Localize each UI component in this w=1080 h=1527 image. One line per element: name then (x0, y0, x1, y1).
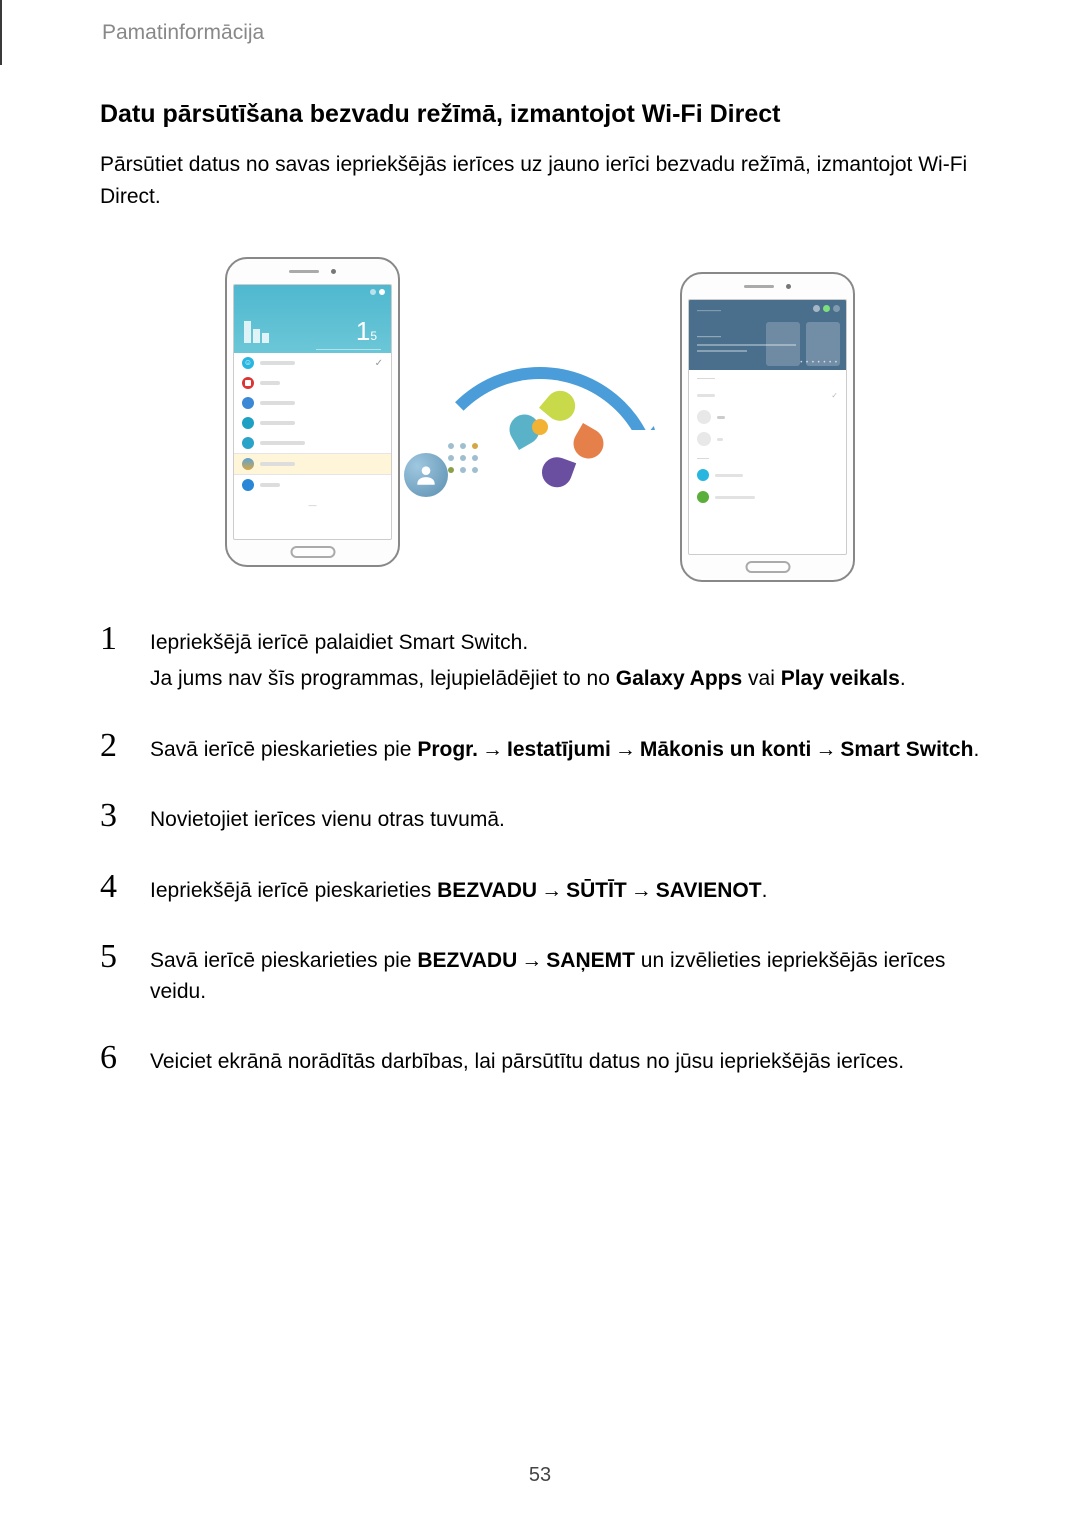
step-number: 3 (100, 799, 130, 841)
page-number: 53 (0, 1464, 1080, 1487)
step-6: 6 Veiciet ekrānā norādītās darbības, lai… (100, 1041, 980, 1083)
page-header: Pamatinformācija (0, 0, 1080, 65)
illustration-center-graphic (410, 337, 670, 487)
step-text: Savā ierīcē pieskarieties pie Progr.→Ies… (150, 735, 980, 765)
step-number: 5 (100, 940, 130, 1013)
gallery-flower-icon (510, 397, 570, 457)
step-number: 2 (100, 729, 130, 771)
step-3: 3 Novietojiet ierīces vienu otras tuvumā… (100, 799, 980, 841)
illustration-phone-right: ——— ——— • • • • • • • ——— ✓ —— (680, 272, 855, 582)
step-text: Iepriekšējā ierīcē palaidiet Smart Switc… (150, 628, 980, 658)
step-text: Iepriekšējā ierīcē pieskarieties BEZVADU… (150, 876, 980, 906)
contact-avatar-icon (404, 453, 448, 497)
step-number: 4 (100, 870, 130, 912)
section-title: Datu pārsūtīšana bezvadu režīmā, izmanto… (100, 100, 980, 129)
step-text: Veiciet ekrānā norādītās darbības, lai p… (150, 1047, 980, 1077)
apps-grid-icon (448, 443, 480, 475)
step-text: Savā ierīcē pieskarieties pie BEZVADU→SA… (150, 946, 980, 1007)
header-section-label: Pamatinformācija (102, 21, 264, 45)
step-5: 5 Savā ierīcē pieskarieties pie BEZVADU→… (100, 940, 980, 1013)
intro-paragraph: Pārsūtiet datus no savas iepriekšējās ie… (100, 149, 980, 212)
step-text: Novietojiet ierīces vienu otras tuvumā. (150, 805, 980, 835)
transfer-illustration: 15 ☺✓ — (100, 242, 980, 582)
illustration-phone-left: 15 ☺✓ — (225, 257, 400, 567)
step-text: Ja jums nav šīs programmas, lejupielādēj… (150, 664, 980, 694)
step-4: 4 Iepriekšējā ierīcē pieskarieties BEZVA… (100, 870, 980, 912)
step-number: 1 (100, 622, 130, 701)
steps-list: 1 Iepriekšējā ierīcē palaidiet Smart Swi… (100, 622, 980, 1084)
content-area: Datu pārsūtīšana bezvadu režīmā, izmanto… (100, 100, 980, 1112)
step-number: 6 (100, 1041, 130, 1083)
step-2: 2 Savā ierīcē pieskarieties pie Progr.→I… (100, 729, 980, 771)
figure-inner: 15 ☺✓ — (225, 242, 855, 582)
step-1: 1 Iepriekšējā ierīcē palaidiet Smart Swi… (100, 622, 980, 701)
